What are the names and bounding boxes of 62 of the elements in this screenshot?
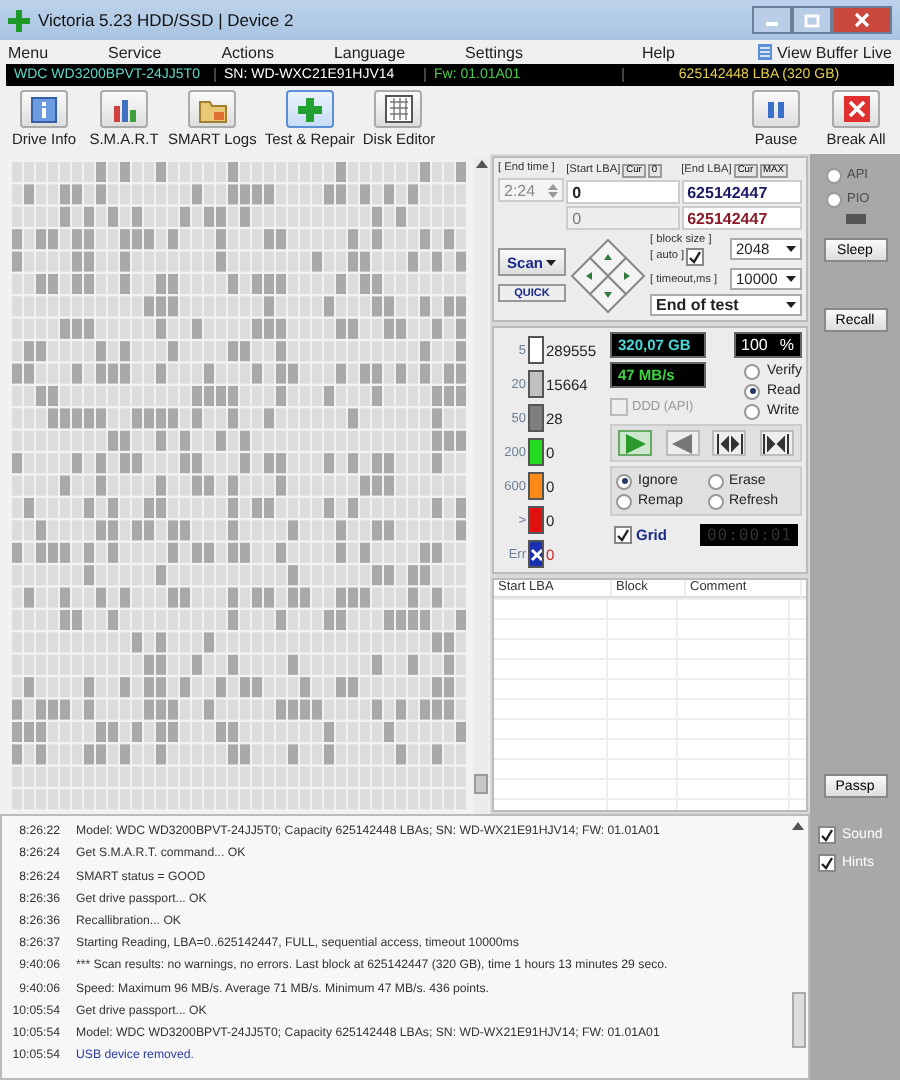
scroll-thumb[interactable] [474, 774, 488, 794]
info-icon [30, 95, 58, 123]
window-title: Victoria 5.23 HDD/SSD | Device 2 [38, 10, 294, 30]
action-radio[interactable] [616, 493, 632, 509]
end-button[interactable] [759, 430, 794, 456]
play-icon [623, 433, 648, 453]
direction-pad[interactable] [568, 235, 648, 315]
close-icon [854, 12, 870, 28]
option-checkbox[interactable] [818, 826, 836, 844]
scroll-up-icon [792, 822, 804, 830]
caret-icon [546, 259, 557, 265]
option-checkbox[interactable] [818, 854, 836, 872]
menu-item[interactable]: Settings [465, 43, 523, 61]
menu-item[interactable]: Service [108, 43, 162, 61]
end-lba-field[interactable]: 625142447 [681, 180, 802, 204]
caret-icon [786, 302, 796, 308]
interface-radio[interactable] [825, 191, 841, 207]
caret-icon [786, 246, 796, 252]
scroll-up-icon [475, 160, 487, 168]
percent-unit: % [779, 336, 794, 354]
buffer-icon [758, 44, 773, 60]
interface-radio[interactable] [825, 167, 841, 183]
current-start-field: 0 [566, 206, 680, 230]
current-end-field: 625142447 [681, 206, 802, 230]
jump-end-icon [762, 433, 791, 453]
scroll-thumb[interactable] [791, 992, 805, 1048]
maximize-icon [804, 13, 820, 27]
indicator-icon [845, 214, 865, 224]
menu-item[interactable]: View Buffer Live [776, 43, 892, 61]
mode-radio[interactable] [744, 403, 761, 419]
scrollbar[interactable] [474, 158, 488, 814]
close-button[interactable] [832, 6, 892, 34]
menu-item[interactable]: Menu [8, 43, 49, 61]
skip-icon [715, 433, 744, 453]
cross-logo-icon [8, 9, 30, 31]
minimize-button[interactable] [752, 6, 792, 34]
maximize-button[interactable] [792, 6, 832, 34]
spinner-icon [548, 181, 559, 199]
menu-item[interactable]: Language [333, 43, 406, 61]
skip-button[interactable] [712, 430, 747, 456]
menu-item[interactable]: Help [642, 43, 675, 61]
bar-chart-icon [110, 95, 138, 123]
action-radio[interactable] [707, 473, 723, 489]
grid-page-icon [383, 94, 414, 124]
end-mode-select[interactable]: End of test [650, 294, 802, 316]
folder-icon [197, 95, 228, 123]
back-icon [670, 433, 695, 453]
plus-icon [295, 95, 324, 123]
action-radio[interactable] [616, 473, 632, 489]
play-button[interactable] [618, 430, 653, 456]
pause-icon [766, 99, 786, 119]
back-button[interactable] [665, 430, 700, 456]
start-lba-field[interactable]: 0 [566, 180, 680, 204]
mode-radio[interactable] [744, 363, 761, 379]
caret-icon [786, 276, 796, 282]
percent-value: 100 [741, 336, 768, 354]
mode-radio[interactable] [744, 383, 761, 399]
auto-checkbox[interactable] [686, 247, 705, 265]
menu-item[interactable]: Actions [221, 43, 274, 61]
action-radio[interactable] [707, 493, 723, 509]
close-icon [843, 96, 869, 122]
grid-checkbox[interactable] [614, 526, 632, 544]
